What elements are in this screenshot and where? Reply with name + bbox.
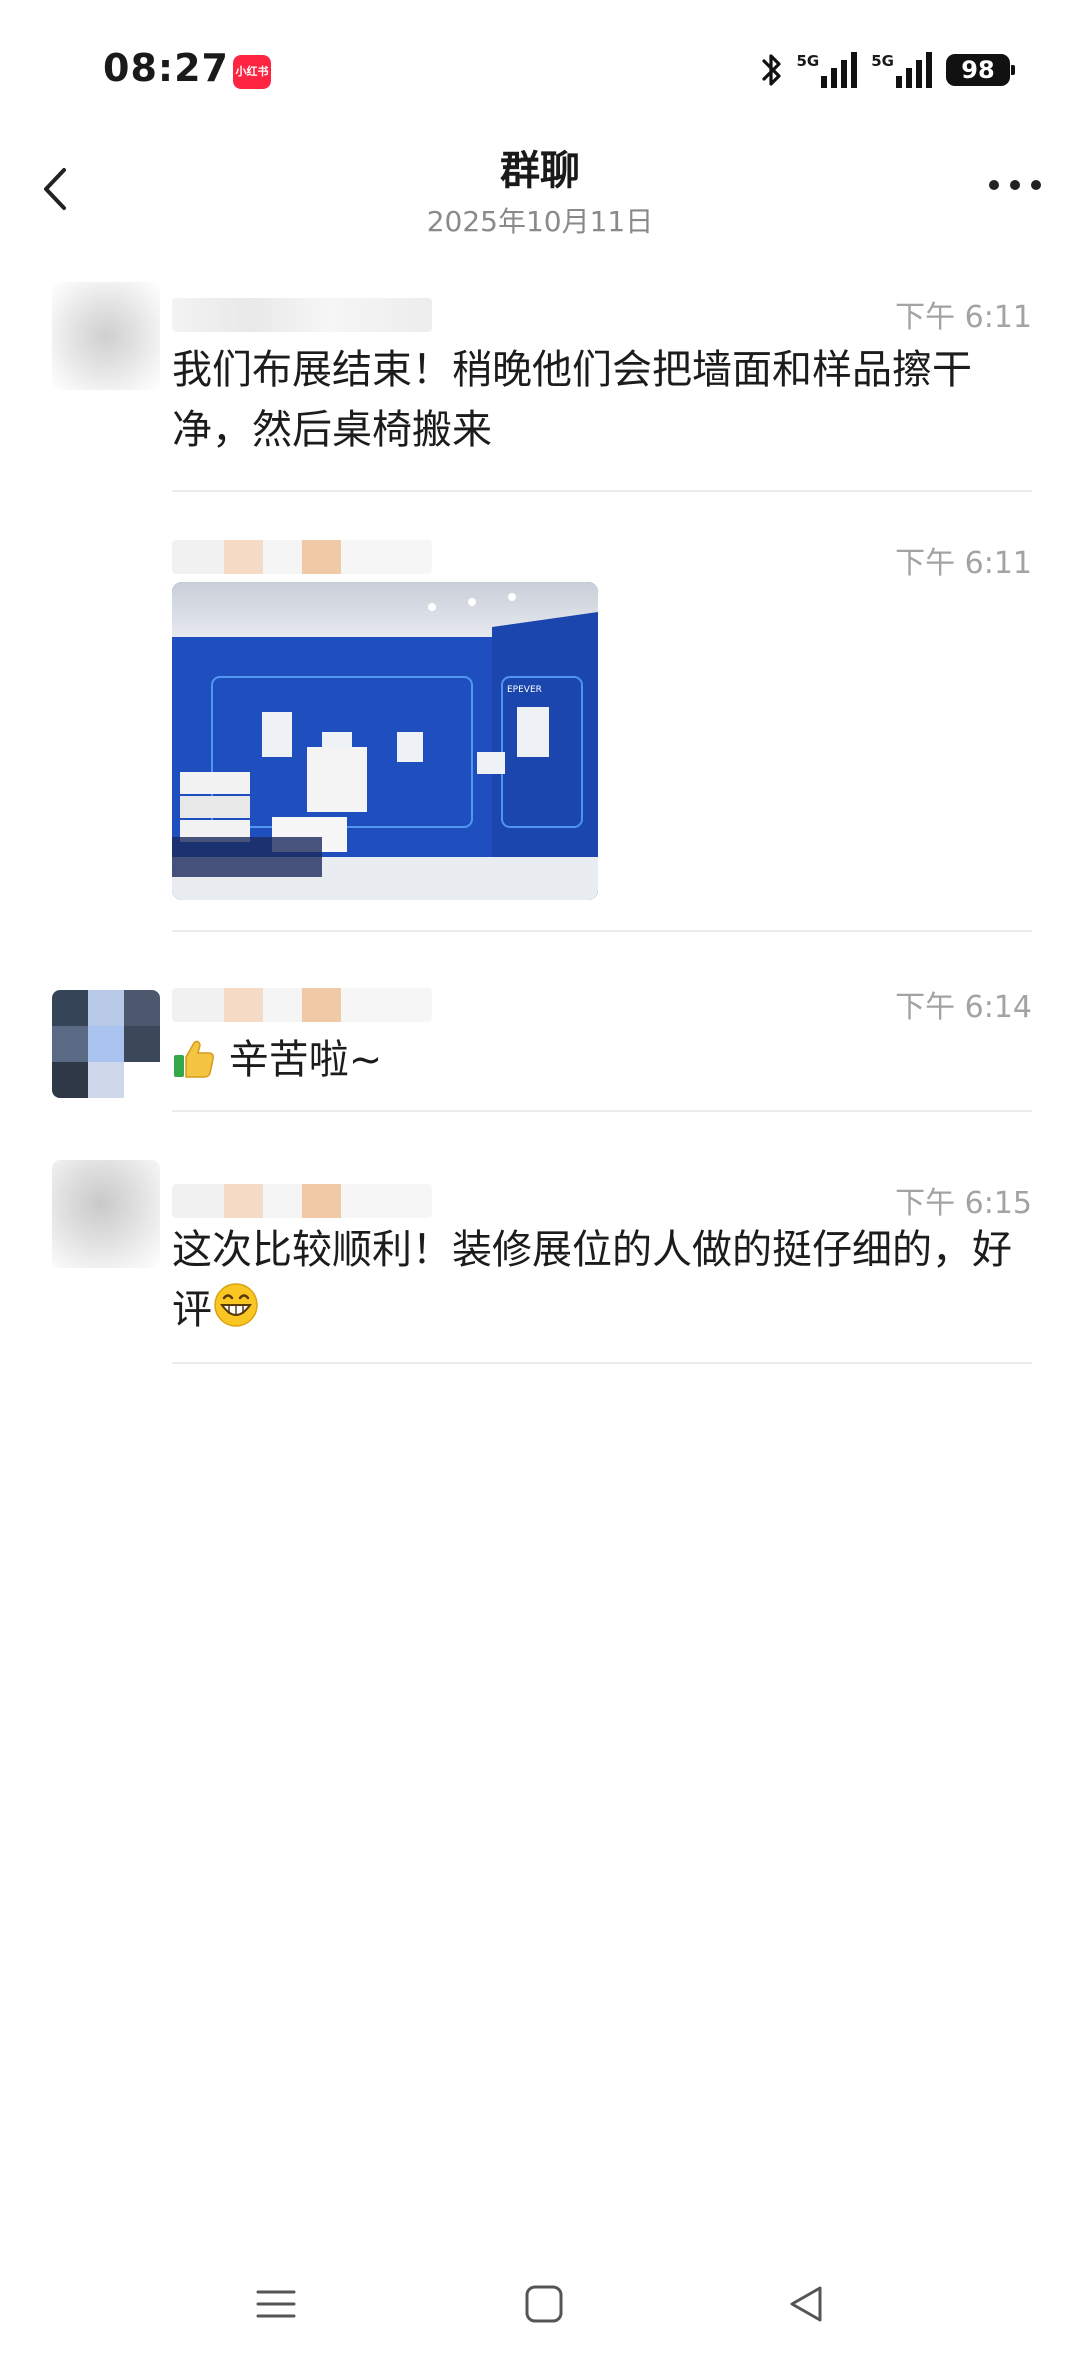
menu-icon — [256, 2290, 296, 2318]
grin-icon — [214, 1283, 258, 1327]
back-triangle-icon — [790, 2286, 822, 2322]
avatar[interactable] — [52, 1160, 160, 1268]
signal-icon — [821, 52, 858, 88]
status-bar: 08:27 小红书 5G 5G 98 — [0, 0, 1080, 140]
home-square-icon — [525, 2285, 563, 2323]
bluetooth-icon — [761, 54, 781, 86]
sender-name-blurred — [172, 298, 432, 332]
message-time: 下午 6:15 — [895, 1186, 1032, 1221]
network-type-1: 5G — [796, 52, 820, 70]
sender-name-blurred — [172, 1184, 432, 1218]
chat-screen: 08:27 小红书 5G 5G 98 群聊 2025年10月11日 下午 6:1… — [0, 0, 1080, 2376]
nav-back-button[interactable] — [786, 2284, 826, 2328]
avatar[interactable] — [52, 282, 160, 390]
message-divider — [172, 1362, 1032, 1364]
more-options-button[interactable] — [980, 155, 1050, 215]
status-time: 08:27 — [103, 46, 229, 90]
avatar[interactable] — [52, 990, 160, 1098]
chat-header: 群聊 2025年10月11日 — [0, 130, 1080, 250]
signal-icon — [896, 52, 932, 88]
cellular-1: 5G — [797, 52, 858, 88]
more-dots-icon — [989, 180, 1041, 190]
message-time: 下午 6:14 — [895, 990, 1032, 1025]
message-text-row: 辛苦啦~ — [172, 1030, 1032, 1090]
system-nav-bar — [0, 2240, 1080, 2376]
thumbs-up-icon — [174, 1040, 214, 1078]
message-item[interactable]: 下午 6:15 这次比较顺利！装修展位的人做的挺仔细的，好评 — [0, 1140, 1080, 1380]
status-indicators: 5G 5G 98 — [761, 48, 1015, 92]
message-text: 辛苦啦~ — [228, 1037, 383, 1083]
booth-brand-text: EPEVER — [507, 685, 542, 695]
exhibition-booth-photo[interactable]: EPEVER — [172, 582, 598, 900]
message-item[interactable]: 下午 6:14 辛苦啦~ — [0, 960, 1080, 1120]
network-type-2: 5G — [871, 52, 894, 70]
message-text-row: 这次比较顺利！装修展位的人做的挺仔细的，好评 — [172, 1220, 1032, 1340]
message-text: 我们布展结束！稍晚他们会把墙面和样品擦干净，然后桌椅搬来 — [172, 347, 972, 453]
message-divider — [172, 490, 1032, 492]
sender-name-blurred — [172, 540, 432, 574]
nav-menu-button[interactable] — [256, 2284, 296, 2328]
message-divider — [172, 930, 1032, 932]
message-item[interactable]: 下午 6:11 EPEVER — [0, 520, 1080, 940]
sender-name-blurred — [172, 988, 432, 1022]
message-item[interactable]: 下午 6:11 我们布展结束！稍晚他们会把墙面和样品擦干净，然后桌椅搬来 — [0, 262, 1080, 492]
message-time: 下午 6:11 — [895, 546, 1032, 581]
page-title: 群聊 — [500, 148, 580, 194]
message-time: 下午 6:11 — [895, 300, 1032, 335]
cellular-2: 5G — [871, 52, 932, 88]
chat-date: 2025年10月11日 — [426, 205, 654, 238]
booth-image: EPEVER — [172, 582, 598, 900]
xiaohongshu-app-icon: 小红书 — [233, 55, 271, 89]
nav-home-button[interactable] — [524, 2284, 564, 2328]
message-text: 这次比较顺利！装修展位的人做的挺仔细的，好评 — [172, 1227, 1012, 1333]
message-divider — [172, 1110, 1032, 1112]
battery-indicator: 98 — [946, 54, 1015, 86]
